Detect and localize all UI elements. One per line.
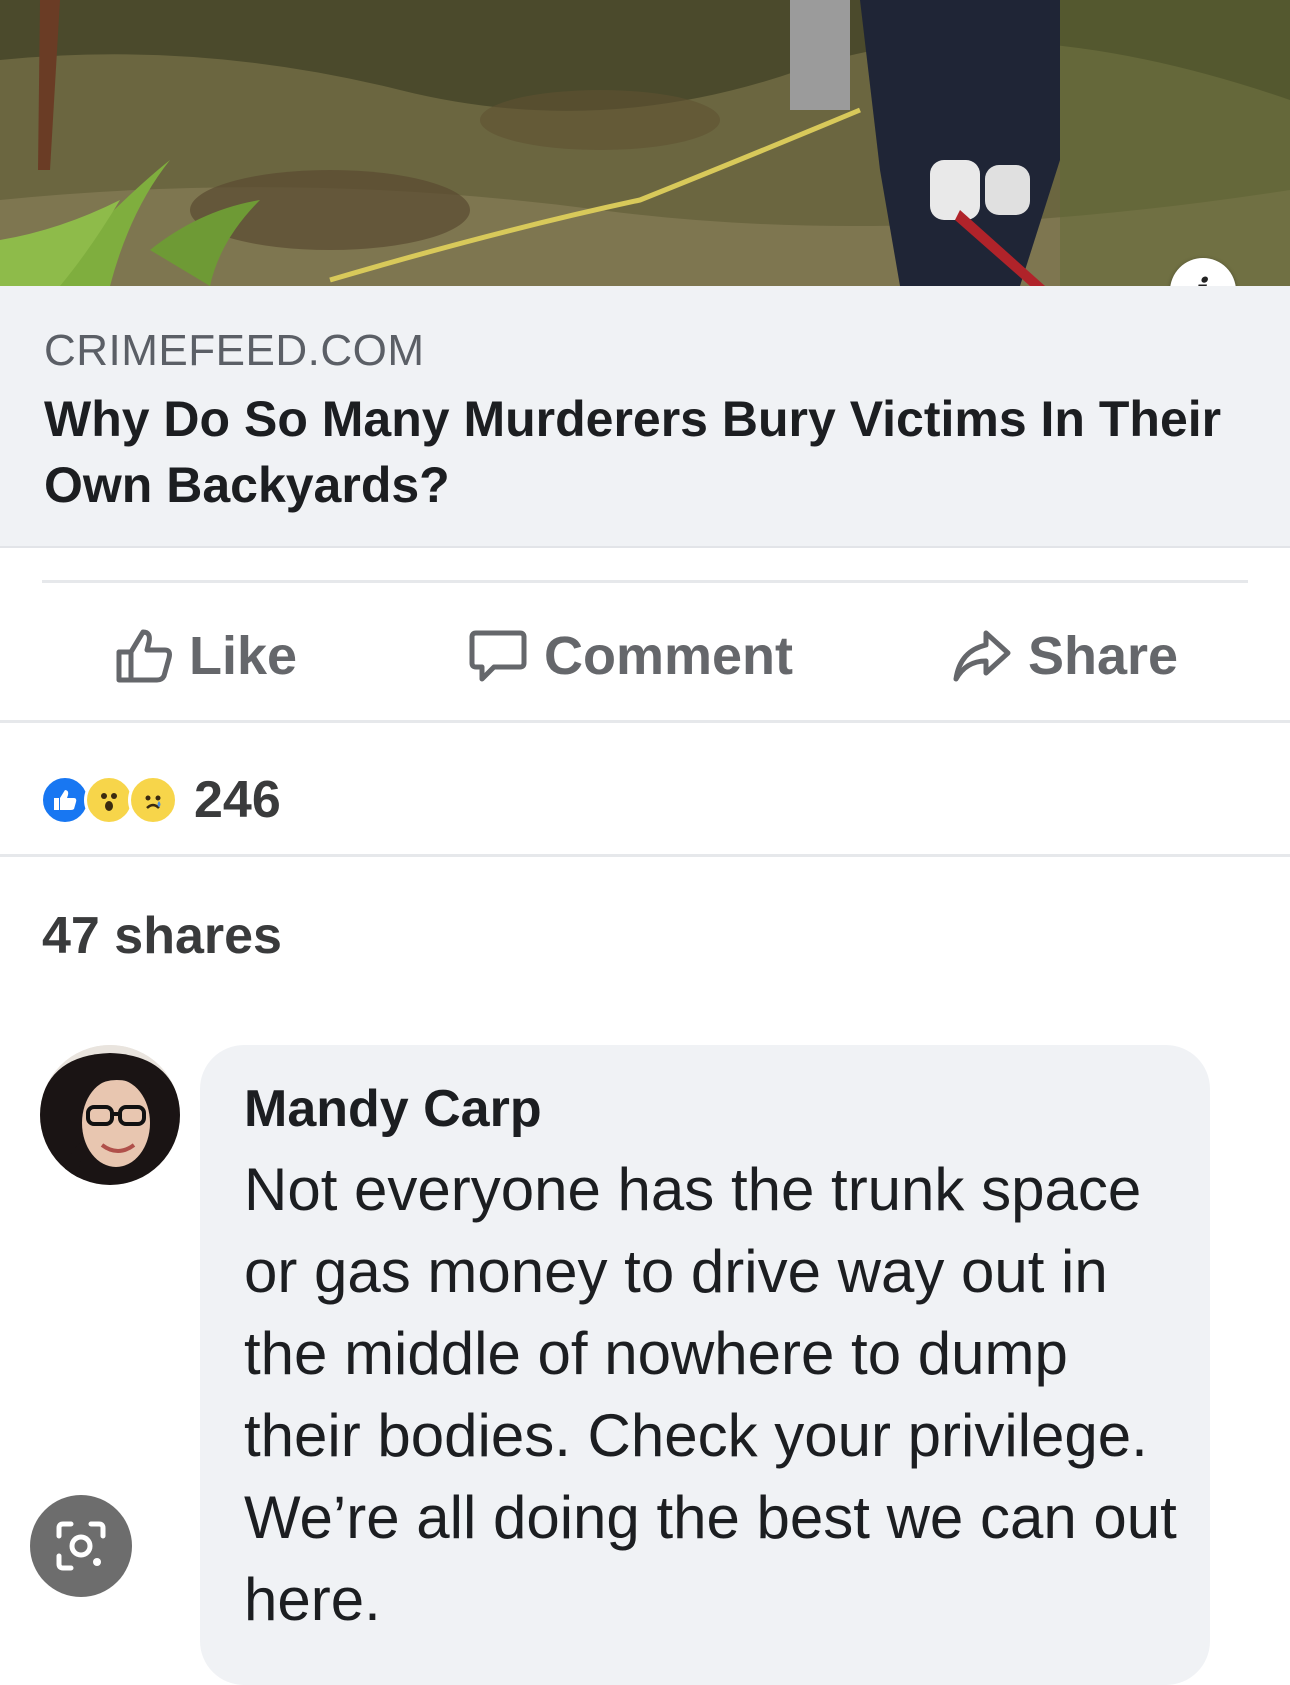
like-label: Like: [189, 626, 298, 686]
visual-search-icon: [56, 1521, 106, 1571]
like-icon: [40, 775, 90, 825]
comment-author[interactable]: Mandy Carp: [244, 1079, 542, 1139]
like-button[interactable]: Like: [115, 624, 297, 688]
share-button[interactable]: Share: [952, 624, 1178, 688]
thumbs-up-icon: [116, 629, 172, 683]
share-icon: [953, 630, 1011, 682]
share-count[interactable]: 47 shares: [42, 906, 282, 966]
sad-icon: [128, 775, 178, 825]
divider: [0, 720, 1290, 723]
link-domain: CRIMEFEED.COM: [44, 326, 425, 375]
comment-bubble: Mandy Carp Not everyone has the trunk sp…: [200, 1045, 1210, 1685]
wow-icon: [84, 775, 134, 825]
link-headline[interactable]: Why Do So Many Murderers Bury Victims In…: [44, 386, 1254, 518]
reactions-summary[interactable]: 246: [40, 768, 281, 832]
article-photo[interactable]: i: [0, 0, 1290, 286]
divider: [0, 854, 1290, 857]
reaction-count: 246: [194, 771, 281, 829]
comment-icon: [469, 630, 527, 682]
link-preview[interactable]: CRIMEFEED.COM Why Do So Many Murderers B…: [0, 286, 1290, 548]
comment-button[interactable]: Comment: [468, 624, 793, 688]
divider: [42, 580, 1248, 583]
comment-label: Comment: [544, 626, 794, 686]
avatar[interactable]: [40, 1045, 180, 1185]
action-bar: Like Comment Share: [0, 606, 1290, 706]
visual-search-button[interactable]: [30, 1495, 132, 1597]
comment-text: Not everyone has the trunk space or gas …: [244, 1156, 1177, 1633]
share-label: Share: [1028, 626, 1179, 686]
